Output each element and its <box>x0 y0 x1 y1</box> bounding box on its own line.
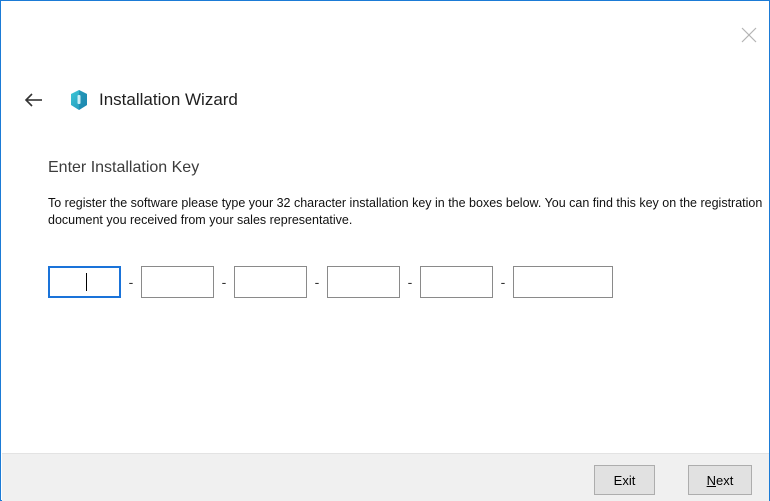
wizard-title: Installation Wizard <box>99 90 238 109</box>
next-button[interactable]: Next <box>688 465 752 495</box>
close-button[interactable] <box>735 21 763 49</box>
next-label: ext <box>716 472 734 488</box>
key-field-1-wrapper <box>48 266 121 298</box>
key-separator: - <box>314 274 320 290</box>
close-icon[interactable] <box>735 21 763 49</box>
key-separator: - <box>221 274 227 290</box>
key-separator: - <box>500 274 506 290</box>
installation-key-fields: - - - - - <box>48 266 613 298</box>
next-mnemonic: N <box>706 472 717 488</box>
key-field-2[interactable] <box>141 266 214 298</box>
section-title: Enter Installation Key <box>48 159 200 176</box>
key-field-5[interactable] <box>420 266 493 298</box>
key-field-4[interactable] <box>327 266 400 298</box>
exit-button[interactable]: Exit <box>594 465 655 495</box>
wizard-header: Installation Wizard <box>23 86 238 114</box>
wizard-footer: Exit Next <box>2 453 769 501</box>
key-field-1[interactable] <box>48 266 121 298</box>
text-caret <box>86 273 87 291</box>
installation-wizard-window: Installation Wizard Enter Installation K… <box>0 0 770 501</box>
arrow-left-icon[interactable] <box>23 89 45 111</box>
wizard-shield-icon <box>71 90 87 110</box>
instructions-text: To register the software please type you… <box>48 196 763 227</box>
key-separator: - <box>407 274 413 290</box>
key-field-6[interactable] <box>513 266 613 298</box>
key-separator: - <box>128 274 134 290</box>
key-field-3[interactable] <box>234 266 307 298</box>
